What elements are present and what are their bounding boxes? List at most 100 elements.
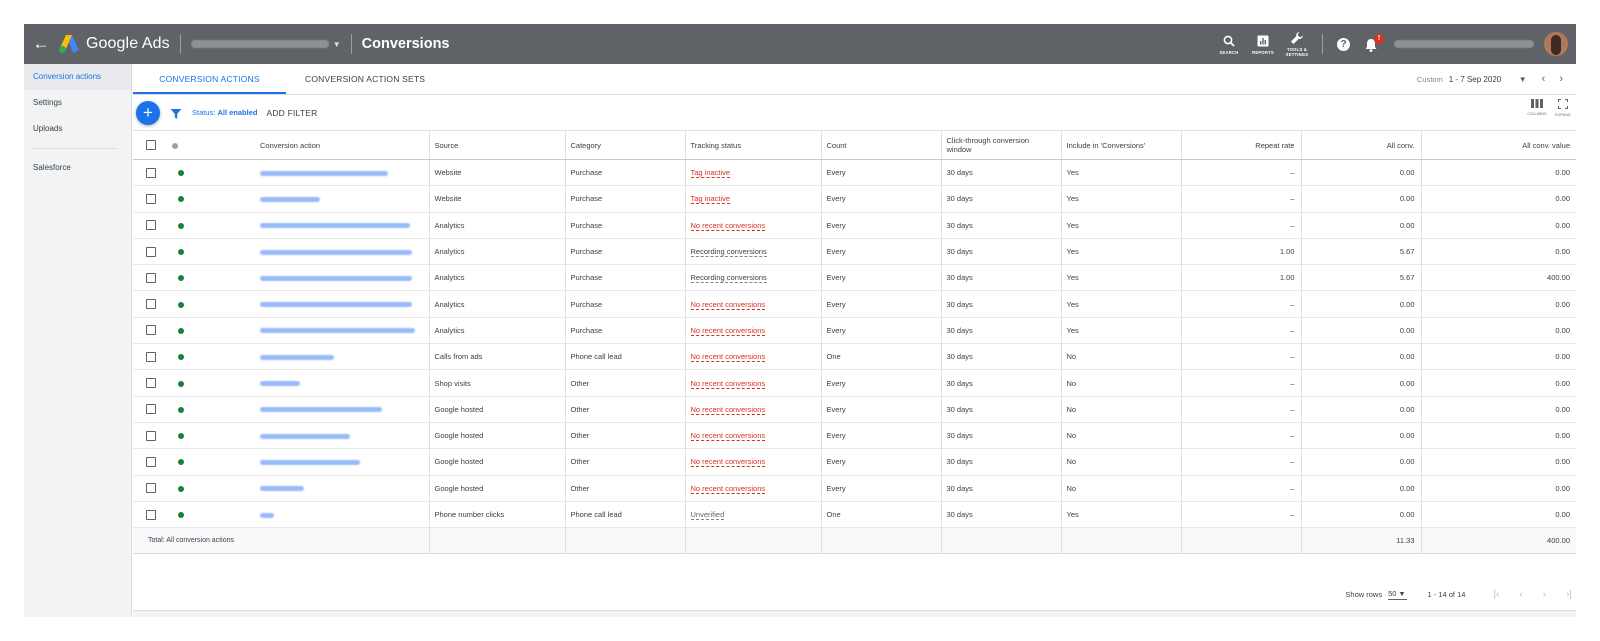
redacted-conversion-name-link[interactable]: [260, 381, 300, 387]
table-row[interactable]: Google hosted Other No recent conversions E…: [133, 396, 1576, 423]
chevron-left-icon[interactable]: ‹: [1542, 73, 1546, 85]
enabled-status-dot[interactable]: [178, 459, 184, 466]
reports-button[interactable]: REPORTS: [1248, 34, 1278, 55]
add-conversion-button[interactable]: +: [136, 100, 160, 125]
enabled-status-dot[interactable]: [178, 485, 184, 492]
table-row[interactable]: Phone number clicks Phone call lead Unveri…: [133, 501, 1576, 529]
row-checkbox[interactable]: [146, 351, 156, 362]
first-page-icon[interactable]: |‹: [1493, 589, 1499, 600]
column-header-all-conv-value[interactable]: All conv. value: [1421, 130, 1576, 160]
conversion-action-name[interactable]: [255, 290, 430, 318]
row-checkbox[interactable]: [146, 483, 156, 494]
table-row[interactable]: Shop visits Other No recent conversions Eve…: [133, 369, 1576, 397]
column-header-count[interactable]: Count: [821, 130, 942, 160]
redacted-conversion-name-link[interactable]: [260, 354, 334, 360]
conversion-action-name[interactable]: [255, 396, 430, 423]
status-filter-chip[interactable]: Status: All enabled: [192, 108, 257, 117]
column-header-source[interactable]: Source: [429, 130, 566, 160]
sidebar-item-settings[interactable]: Settings: [24, 90, 131, 116]
row-checkbox[interactable]: [146, 509, 156, 520]
tracking-status-link[interactable]: Recording conversions: [690, 247, 767, 258]
row-checkbox[interactable]: [146, 404, 156, 415]
conversion-action-name[interactable]: [255, 422, 430, 450]
chevron-right-icon[interactable]: ›: [1559, 73, 1563, 85]
chevron-down-icon[interactable]: ▼: [1519, 75, 1527, 84]
columns-button[interactable]: COLUMNS: [1524, 99, 1550, 117]
tools-settings-button[interactable]: TOOLS & SETTINGS: [1282, 31, 1312, 57]
tracking-status-link[interactable]: No recent conversions: [690, 431, 766, 442]
enabled-status-dot[interactable]: [178, 222, 184, 229]
redacted-conversion-name-link[interactable]: [260, 275, 412, 281]
redacted-conversion-name-link[interactable]: [260, 486, 304, 492]
chevron-down-icon[interactable]: ▼: [333, 40, 341, 49]
enabled-status-dot[interactable]: [178, 196, 184, 203]
tracking-status-link[interactable]: No recent conversions: [690, 457, 766, 468]
conversion-action-name[interactable]: [255, 212, 430, 239]
sidebar-item-salesforce[interactable]: Salesforce: [24, 155, 131, 181]
last-page-icon[interactable]: ›|: [1566, 589, 1572, 600]
tracking-status-link[interactable]: No recent conversions: [690, 378, 766, 389]
table-row[interactable]: Analytics Purchase No recent conversions Ev…: [133, 317, 1576, 345]
account-selector[interactable]: [190, 40, 329, 48]
redacted-conversion-name-link[interactable]: [260, 170, 388, 176]
row-checkbox[interactable]: [146, 193, 156, 204]
tab-conversion-action-sets[interactable]: CONVERSION ACTION SETS: [286, 64, 444, 94]
tracking-status-link[interactable]: No recent conversions: [690, 299, 766, 310]
column-header-include-in-conversions[interactable]: Include in 'Conversions': [1061, 130, 1182, 160]
redacted-conversion-name-link[interactable]: [260, 223, 410, 229]
row-checkbox[interactable]: [146, 246, 156, 257]
column-header-category[interactable]: Category: [565, 130, 686, 160]
redacted-conversion-name-link[interactable]: [260, 196, 320, 202]
row-checkbox[interactable]: [146, 456, 156, 467]
conversion-action-name[interactable]: [255, 159, 430, 187]
enabled-status-dot[interactable]: [178, 249, 184, 256]
row-checkbox[interactable]: [146, 272, 156, 283]
avatar[interactable]: [1544, 32, 1568, 56]
table-row[interactable]: Analytics Purchase Recording conversions Ev…: [133, 264, 1576, 292]
tracking-status-link[interactable]: No recent conversions: [690, 325, 766, 336]
enabled-status-dot[interactable]: [178, 327, 184, 334]
redacted-conversion-name-link[interactable]: [260, 459, 360, 465]
table-row[interactable]: Website Purchase Tag inactive Every 30 days Y…: [133, 159, 1576, 187]
column-header-click-through-window[interactable]: Click-through conversion window: [941, 130, 1062, 160]
redacted-conversion-name-link[interactable]: [260, 302, 412, 308]
tracking-status-link[interactable]: No recent conversions: [690, 352, 766, 363]
table-row[interactable]: Google hosted Other No recent conversions E…: [133, 422, 1576, 450]
redacted-conversion-name-link[interactable]: [260, 328, 415, 334]
date-range-value[interactable]: 1 - 7 Sep 2020: [1449, 75, 1519, 84]
enabled-status-dot[interactable]: [178, 406, 184, 413]
row-checkbox[interactable]: [146, 299, 156, 310]
table-row[interactable]: Analytics Purchase No recent conversions Ev…: [133, 212, 1576, 239]
enabled-status-dot[interactable]: [178, 170, 184, 177]
row-checkbox[interactable]: [146, 378, 156, 389]
filter-icon[interactable]: [170, 107, 182, 119]
enabled-status-dot[interactable]: [178, 354, 184, 361]
row-checkbox[interactable]: [146, 325, 156, 336]
conversion-action-name[interactable]: [255, 501, 430, 529]
table-row[interactable]: Google hosted Other No recent conversions E…: [133, 475, 1576, 502]
row-checkbox[interactable]: [146, 430, 156, 441]
enabled-status-dot[interactable]: [178, 380, 184, 387]
conversion-action-name[interactable]: [255, 475, 430, 502]
table-row[interactable]: Analytics Purchase Recording conversions Ev…: [133, 238, 1576, 266]
tracking-status-link[interactable]: Tag inactive: [690, 168, 731, 179]
table-row[interactable]: Calls from ads Phone call lead No recent c…: [133, 343, 1576, 371]
table-row[interactable]: Google hosted Other No recent conversions E…: [133, 448, 1576, 476]
conversion-action-name[interactable]: [255, 238, 430, 266]
redacted-conversion-name-link[interactable]: [260, 433, 350, 439]
conversion-action-name[interactable]: [255, 185, 430, 213]
search-button[interactable]: SEARCH: [1214, 34, 1244, 55]
conversion-action-name[interactable]: [255, 317, 430, 345]
tracking-status-link[interactable]: No recent conversions: [690, 404, 766, 415]
column-header-tracking-status[interactable]: Tracking status: [685, 130, 822, 160]
redacted-conversion-name-link[interactable]: [260, 407, 382, 413]
tracking-status-link[interactable]: Unverified: [690, 510, 725, 520]
notifications-button[interactable]: !: [1362, 34, 1384, 54]
column-header-all-conv[interactable]: All conv.: [1301, 130, 1422, 160]
conversion-action-name[interactable]: [255, 343, 430, 371]
user-account-info[interactable]: [1394, 40, 1534, 48]
tab-conversion-actions[interactable]: CONVERSION ACTIONS: [133, 64, 286, 94]
next-page-icon[interactable]: ›: [1543, 589, 1546, 600]
conversion-action-name[interactable]: [255, 369, 430, 397]
add-filter-button[interactable]: ADD FILTER: [266, 108, 317, 118]
